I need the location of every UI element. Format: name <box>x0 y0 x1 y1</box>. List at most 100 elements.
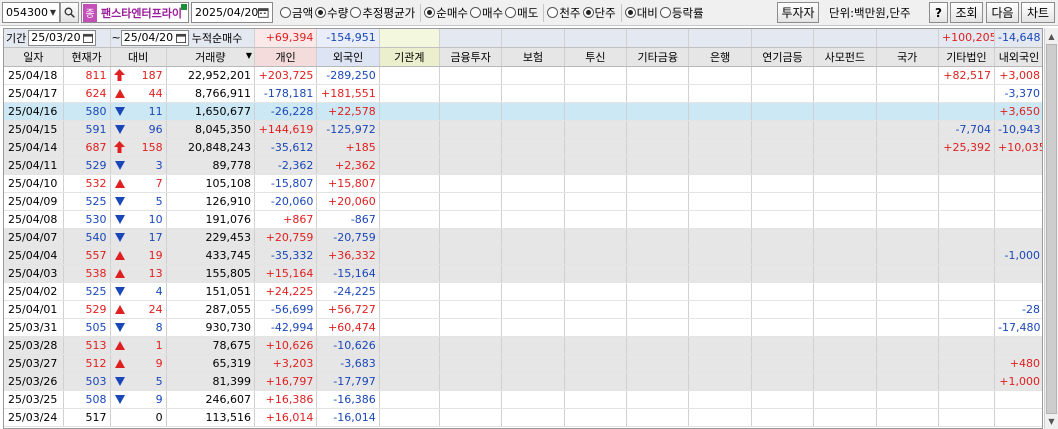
cell-empty <box>876 228 939 247</box>
col-header-investment-trust[interactable]: 투신 <box>564 47 628 67</box>
stock-name-field[interactable]: 종 팬스타엔터프라이 <box>81 2 189 23</box>
col-header-individual[interactable]: 개인 <box>254 47 318 67</box>
table-row[interactable]: 25/04/07 540 17 229,453 +20,759 -20,759 <box>4 228 1042 247</box>
col-header-other-finance[interactable]: 기타금융 <box>626 47 690 67</box>
cell-date: 25/04/16 <box>4 102 64 121</box>
table-row[interactable]: 25/04/10 532 7 105,108 -15,807 +15,807 <box>4 174 1042 193</box>
cell-other-corp <box>938 174 996 193</box>
next-button[interactable]: 다음 <box>986 2 1019 23</box>
col-header-insurance[interactable]: 보험 <box>501 47 565 67</box>
table-row[interactable]: 25/03/24 517 0 113,516 +16,014 -16,014 <box>4 408 1042 427</box>
table-row[interactable]: 25/04/18 811 187 22,952,201 +203,725 -289,250… <box>4 66 1042 85</box>
radio-change[interactable]: 대비 <box>624 5 658 21</box>
cell-empty <box>688 354 752 373</box>
table-row[interactable]: 25/03/31 505 8 930,730 -42,994 +60,474 -17,480 <box>4 318 1042 337</box>
table-row[interactable]: 25/04/14 687 158 20,848,243 -35,612 +185 +25,3… <box>4 138 1042 157</box>
chevron-down-icon[interactable]: ▼ <box>50 8 56 17</box>
col-header-financial-investment[interactable]: 금융투자 <box>439 47 503 67</box>
stock-code-input[interactable]: 054300 ▼ <box>2 2 60 23</box>
period-from-input[interactable]: 25/03/20 <box>28 29 97 46</box>
cell-date: 25/04/09 <box>4 192 64 211</box>
table-row[interactable]: 25/03/26 503 5 81,399 +16,797 -17,797 +1,000 <box>4 372 1042 391</box>
investor-grid[interactable]: 기간 25/03/20 ~ 25/04/20 누적순매수 +69,394 -15… <box>3 28 1043 429</box>
radio-single-shares[interactable]: 단주 <box>582 5 616 21</box>
table-row[interactable]: 25/04/08 530 10 191,076 +867 -867 <box>4 210 1042 229</box>
cell-price: 591 <box>63 120 111 139</box>
radio-buy[interactable]: 매수 <box>470 5 503 21</box>
col-header-other-corp[interactable]: 기타법인 <box>938 47 996 67</box>
col-header-volume[interactable]: 거래량 ▼ <box>166 47 256 67</box>
radio-amount[interactable]: 금액 <box>280 5 313 21</box>
col-header-change[interactable]: 대비 <box>110 47 167 67</box>
cell-empty <box>501 120 565 139</box>
table-row[interactable]: 25/03/25 508 9 246,607 +16,386 -16,386 <box>4 390 1042 409</box>
cell-empty <box>688 336 752 355</box>
cell-empty <box>751 354 815 373</box>
cell-other-corp <box>938 354 996 373</box>
col-header-foreign[interactable]: 외국인 <box>316 47 380 67</box>
radio-thousand-shares[interactable]: 천주 <box>547 5 581 21</box>
col-header-date[interactable]: 일자 <box>4 47 64 67</box>
cell-empty <box>379 300 441 319</box>
cell-change: 3 <box>110 156 167 175</box>
col-header-government[interactable]: 국가 <box>876 47 939 67</box>
investor-button[interactable]: 투자자 <box>777 2 819 23</box>
up-triangle-icon <box>114 88 126 98</box>
down-triangle-icon <box>114 196 126 206</box>
chart-button[interactable]: 차트 <box>1021 2 1055 23</box>
cell-empty <box>626 192 690 211</box>
calendar-icon[interactable] <box>258 7 269 18</box>
date-input[interactable]: 2025/04/20 <box>191 2 273 23</box>
col-header-institution[interactable]: 기관계 <box>379 47 441 67</box>
table-row[interactable]: 25/04/01 529 24 287,055 -56,699 +56,727 -28 <box>4 300 1042 319</box>
table-row[interactable]: 25/04/11 529 3 89,778 -2,362 +2,362 <box>4 156 1042 175</box>
table-row[interactable]: 25/03/28 513 1 78,675 +10,626 -10,626 <box>4 336 1042 355</box>
col-header-bank[interactable]: 은행 <box>688 47 752 67</box>
dropdown-icon[interactable]: ▼ <box>246 51 252 60</box>
col-header-private-equity[interactable]: 사모펀드 <box>813 47 877 67</box>
table-row[interactable]: 25/04/17 624 44 8,766,911 -178,181 +181,551 -3… <box>4 84 1042 103</box>
radio-avg-price[interactable]: 추정평균가 <box>350 5 415 21</box>
col-header-price[interactable]: 현재가 <box>63 47 111 67</box>
cell-empty <box>379 228 441 247</box>
col-header-domestic-foreign[interactable]: 내외국인 <box>994 47 1042 67</box>
cell-other-corp <box>938 210 996 229</box>
table-row[interactable]: 25/04/03 538 13 155,805 +15,164 -15,164 <box>4 264 1042 283</box>
cell-empty <box>501 138 565 157</box>
period-to-input[interactable]: 25/04/20 <box>120 29 189 46</box>
cell-empty <box>379 66 441 85</box>
vertical-scrollbar[interactable]: ▲ ▼ <box>1044 28 1058 429</box>
cell-date: 25/03/28 <box>4 336 64 355</box>
down-triangle-icon <box>114 376 126 386</box>
cell-foreign: -3,683 <box>316 354 380 373</box>
table-row[interactable]: 25/04/09 525 5 126,910 -20,060 +20,060 <box>4 192 1042 211</box>
cell-foreign: +20,060 <box>316 192 380 211</box>
calendar-icon[interactable] <box>83 33 94 43</box>
search-button[interactable] <box>60 2 79 23</box>
sum-cell <box>439 29 503 48</box>
table-row[interactable]: 25/04/16 580 11 1,650,677 -26,228 +22,578 +3,6… <box>4 102 1042 121</box>
help-button[interactable]: ? <box>929 2 948 23</box>
cell-price: 512 <box>63 354 111 373</box>
col-header-pension[interactable]: 연기금등 <box>751 47 815 67</box>
table-row[interactable]: 25/04/15 591 96 8,045,350 +144,619 -125,972 -7… <box>4 120 1042 139</box>
radio-change-rate[interactable]: 등락률 <box>659 5 704 21</box>
divider <box>420 3 422 22</box>
calendar-icon[interactable] <box>175 33 186 43</box>
cell-change: 44 <box>110 84 167 103</box>
table-row[interactable]: 25/03/27 512 9 65,319 +3,203 -3,683 +480 <box>4 354 1042 373</box>
query-button[interactable]: 조회 <box>950 2 983 23</box>
radio-net-buy[interactable]: 순매수 <box>424 5 468 21</box>
cell-empty <box>379 246 441 265</box>
radio-sell[interactable]: 매도 <box>505 5 538 21</box>
table-row[interactable]: 25/04/02 525 4 151,051 +24,225 -24,225 <box>4 282 1042 301</box>
table-row[interactable]: 25/04/04 557 19 433,745 -35,332 +36,332 -1,000 <box>4 246 1042 265</box>
period-label: 기간 <box>6 31 27 45</box>
radio-quantity[interactable]: 수량 <box>315 5 348 21</box>
scroll-thumb[interactable] <box>1046 44 1057 414</box>
cell-empty <box>626 138 690 157</box>
scroll-up-icon[interactable]: ▲ <box>1045 29 1058 43</box>
sum-cell <box>564 29 628 48</box>
scroll-down-icon[interactable]: ▼ <box>1045 414 1058 428</box>
cell-domestic-foreign: -3,370 <box>994 84 1042 103</box>
